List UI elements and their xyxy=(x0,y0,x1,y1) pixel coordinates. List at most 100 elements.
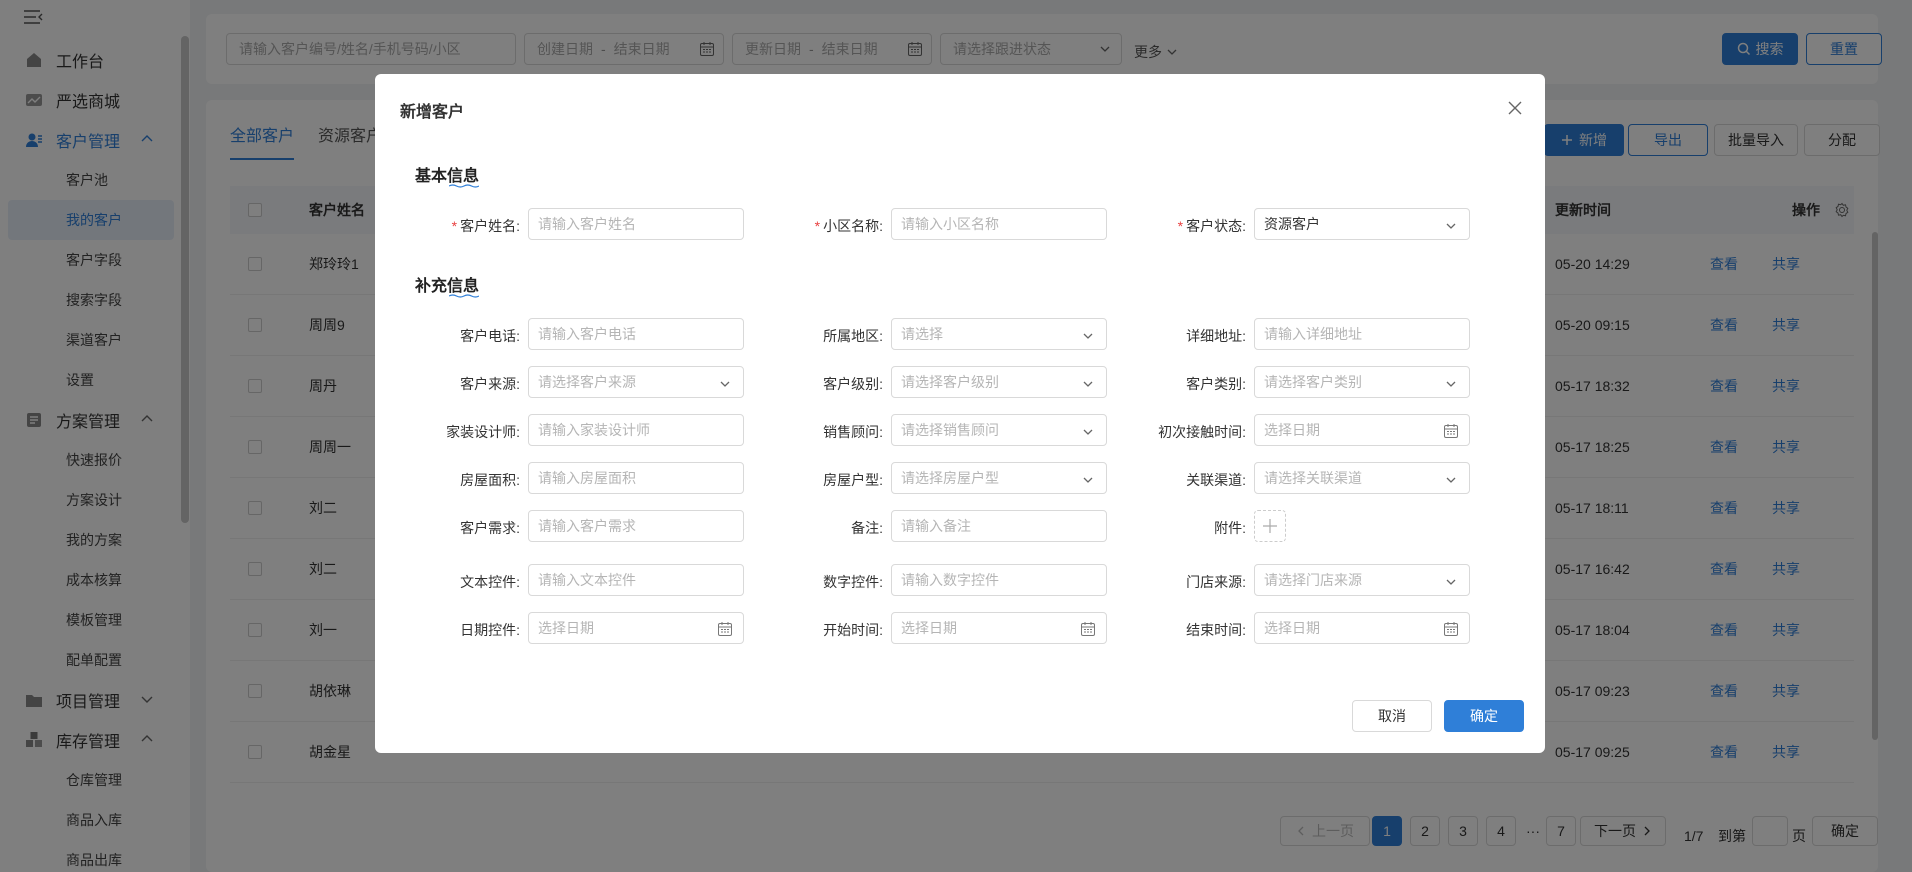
field-placeholder: 请选择客户类别 xyxy=(1264,374,1362,390)
field-label-text: 客户类别 xyxy=(1186,376,1243,392)
wave-underline-icon xyxy=(449,184,479,188)
field-value: 资源客户 xyxy=(1264,216,1320,232)
field-label: 房屋面积: xyxy=(460,472,520,488)
field-label-text: 门店来源 xyxy=(1186,574,1243,590)
calendar-icon xyxy=(1080,621,1096,637)
field-label: 关联渠道: xyxy=(1186,472,1246,488)
field-label-text: 客户来源 xyxy=(460,376,517,392)
chevron-down-icon xyxy=(1082,329,1094,341)
chevron-down-icon xyxy=(1445,377,1457,389)
text-field[interactable]: 请输入客户姓名 xyxy=(528,208,744,240)
field-placeholder: 请选择 xyxy=(901,326,943,342)
field-placeholder: 请输入客户需求 xyxy=(538,518,636,534)
field-label-text: 开始时间 xyxy=(823,622,880,638)
field-label-text: 备注 xyxy=(851,520,880,536)
field-label-text: 房屋面积 xyxy=(460,472,517,488)
field-label-text: 客户级别 xyxy=(823,376,880,392)
chevron-down-icon xyxy=(1445,575,1457,587)
field-placeholder: 请选择客户来源 xyxy=(538,374,636,390)
date-field[interactable]: 选择日期 xyxy=(1254,414,1470,446)
field-placeholder: 请选择关联渠道 xyxy=(1264,470,1362,486)
text-field[interactable]: 请输入家装设计师 xyxy=(528,414,744,446)
field-label: 日期控件: xyxy=(460,622,520,638)
field-label-text: 关联渠道 xyxy=(1186,472,1243,488)
calendar-icon xyxy=(1443,621,1459,637)
confirm-label: 确定 xyxy=(1470,708,1498,724)
select-field[interactable]: 请选择客户级别 xyxy=(891,366,1107,398)
field-label-text: 结束时间 xyxy=(1186,622,1243,638)
field-label: 文本控件: xyxy=(460,574,520,590)
section-title-extra: 补充信息 xyxy=(415,272,480,298)
field-label: 数字控件: xyxy=(823,574,883,590)
field-placeholder: 请输入家装设计师 xyxy=(538,422,650,438)
field-placeholder: 选择日期 xyxy=(538,620,594,636)
field-label-text: 附件 xyxy=(1214,520,1243,536)
field-placeholder: 选择日期 xyxy=(1264,620,1320,636)
chevron-down-icon xyxy=(719,377,731,389)
field-label: 客户电话: xyxy=(460,328,520,344)
select-field[interactable]: 请选择客户来源 xyxy=(528,366,744,398)
field-label-text: 房屋户型 xyxy=(823,472,880,488)
text-field[interactable]: 请输入房屋面积 xyxy=(528,462,744,494)
section-basic-text: 基本信息 xyxy=(415,168,480,185)
field-label-text: 初次接触时间 xyxy=(1158,424,1243,440)
field-placeholder: 请输入小区名称 xyxy=(901,216,999,232)
field-label: 家装设计师: xyxy=(446,424,520,440)
field-placeholder: 选择日期 xyxy=(1264,422,1320,438)
chevron-down-icon xyxy=(1082,377,1094,389)
field-placeholder: 请输入数字控件 xyxy=(901,572,999,588)
field-label: 客户来源: xyxy=(460,376,520,392)
field-label-text: 销售顾问 xyxy=(823,424,880,440)
field-placeholder: 请输入备注 xyxy=(901,518,971,534)
text-field[interactable]: 请输入详细地址 xyxy=(1254,318,1470,350)
field-label: 客户类别: xyxy=(1186,376,1246,392)
select-field[interactable]: 资源客户 xyxy=(1254,208,1470,240)
select-field[interactable]: 请选择 xyxy=(891,318,1107,350)
field-placeholder: 请选择门店来源 xyxy=(1264,572,1362,588)
add-customer-modal: 新增客户 基本信息 补充信息 * 客户姓名: 请输入客户姓名 * 小区名称: 请输入小区名… xyxy=(375,74,1545,753)
field-placeholder: 请选择销售顾问 xyxy=(901,422,999,438)
text-field[interactable]: 请输入小区名称 xyxy=(891,208,1107,240)
attachment-upload[interactable] xyxy=(1254,510,1286,542)
text-field[interactable]: 请输入备注 xyxy=(891,510,1107,542)
select-field[interactable]: 请选择关联渠道 xyxy=(1254,462,1470,494)
text-field[interactable]: 请输入数字控件 xyxy=(891,564,1107,596)
date-field[interactable]: 选择日期 xyxy=(528,612,744,644)
field-label: * 客户姓名: xyxy=(451,218,520,234)
select-field[interactable]: 请选择门店来源 xyxy=(1254,564,1470,596)
field-placeholder: 请输入文本控件 xyxy=(538,572,636,588)
select-field[interactable]: 请选择房屋户型 xyxy=(891,462,1107,494)
select-field[interactable]: 请选择销售顾问 xyxy=(891,414,1107,446)
field-label-text: 数字控件 xyxy=(823,574,880,590)
field-label: 备注: xyxy=(851,520,883,536)
field-label: 结束时间: xyxy=(1186,622,1246,638)
confirm-button[interactable]: 确定 xyxy=(1444,700,1524,732)
calendar-icon xyxy=(1443,423,1459,439)
section-title-basic: 基本信息 xyxy=(415,162,480,188)
field-placeholder: 请输入客户电话 xyxy=(538,326,636,342)
cancel-button[interactable]: 取消 xyxy=(1352,700,1432,732)
field-label: 门店来源: xyxy=(1186,574,1246,590)
field-label-text: 客户姓名 xyxy=(460,218,517,234)
field-label-text: 日期控件 xyxy=(460,622,517,638)
plus-icon xyxy=(1263,519,1277,533)
text-field[interactable]: 请输入客户需求 xyxy=(528,510,744,542)
close-icon[interactable] xyxy=(1507,100,1523,116)
field-placeholder: 请输入详细地址 xyxy=(1264,326,1362,342)
field-label-text: 详细地址 xyxy=(1186,328,1243,344)
field-label-text: 客户需求 xyxy=(460,520,517,536)
field-placeholder: 请输入客户姓名 xyxy=(538,216,636,232)
date-field[interactable]: 选择日期 xyxy=(1254,612,1470,644)
calendar-icon xyxy=(717,621,733,637)
text-field[interactable]: 请输入文本控件 xyxy=(528,564,744,596)
field-label-text: 小区名称 xyxy=(823,218,880,234)
chevron-down-icon xyxy=(1082,473,1094,485)
field-label: 附件: xyxy=(1214,520,1246,536)
select-field[interactable]: 请选择客户类别 xyxy=(1254,366,1470,398)
field-placeholder: 请选择客户级别 xyxy=(901,374,999,390)
field-label-text: 文本控件 xyxy=(460,574,517,590)
text-field[interactable]: 请输入客户电话 xyxy=(528,318,744,350)
section-extra-text: 补充信息 xyxy=(415,278,480,295)
field-label-text: 客户状态 xyxy=(1186,218,1243,234)
date-field[interactable]: 选择日期 xyxy=(891,612,1107,644)
